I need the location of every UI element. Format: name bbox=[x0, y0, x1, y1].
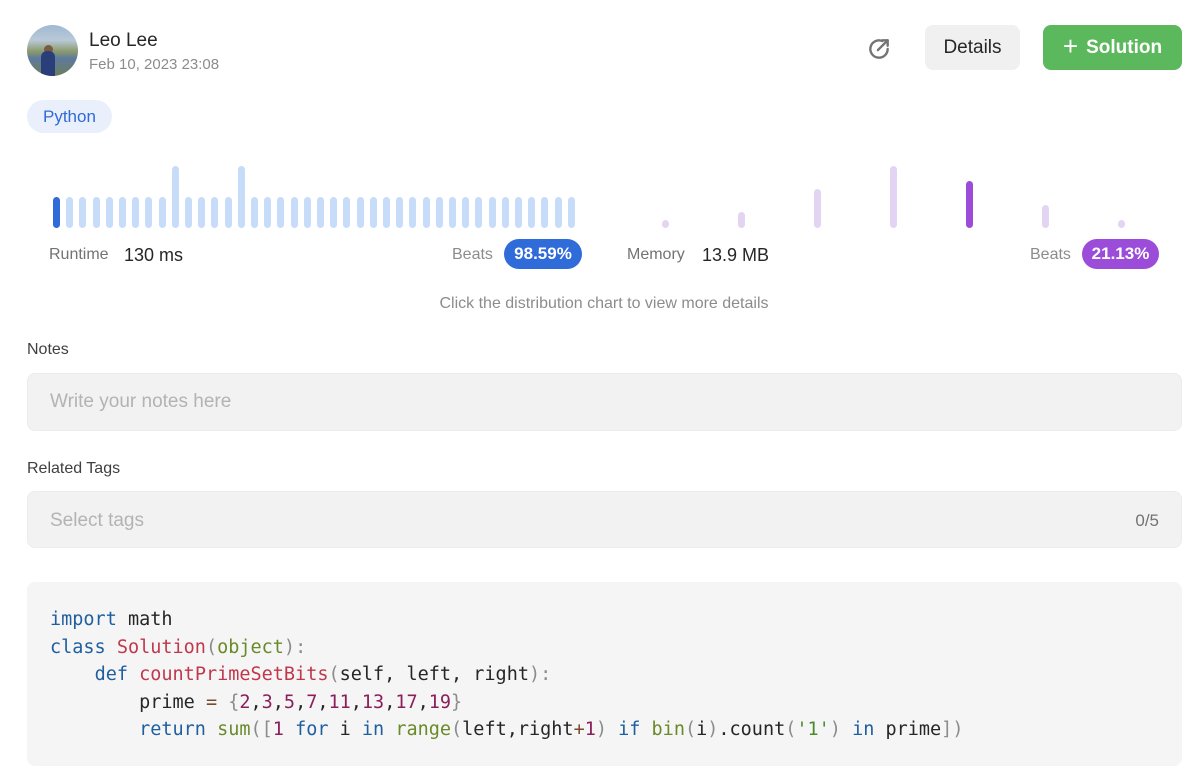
chart-bar[interactable] bbox=[277, 197, 285, 228]
chart-bar[interactable] bbox=[662, 220, 669, 228]
chart-bar[interactable] bbox=[343, 197, 351, 228]
runtime-beats-badge: 98.59% bbox=[504, 239, 582, 269]
chart-bar[interactable] bbox=[814, 189, 821, 228]
chart-bar[interactable] bbox=[66, 197, 74, 228]
avatar[interactable] bbox=[27, 25, 78, 76]
chart-bar[interactable] bbox=[541, 197, 549, 228]
chart-bar[interactable] bbox=[303, 197, 311, 228]
solution-button-label: Solution bbox=[1086, 36, 1163, 58]
chart-bar[interactable] bbox=[185, 197, 192, 228]
chart-bar[interactable] bbox=[488, 197, 496, 228]
chart-bar[interactable] bbox=[224, 197, 232, 228]
chart-bar[interactable] bbox=[369, 197, 377, 228]
details-button[interactable]: Details bbox=[925, 25, 1020, 70]
chart-bar[interactable] bbox=[528, 197, 536, 228]
chart-bar[interactable] bbox=[290, 197, 298, 228]
chart-bar[interactable] bbox=[145, 197, 153, 228]
chart-bar[interactable] bbox=[53, 197, 60, 228]
submission-date: Feb 10, 2023 23:08 bbox=[89, 56, 220, 73]
related-tags-label: Related Tags bbox=[27, 460, 121, 477]
add-solution-button[interactable]: + Solution bbox=[1043, 25, 1182, 70]
notes-input[interactable] bbox=[27, 373, 1182, 431]
chart-bar[interactable] bbox=[330, 197, 338, 228]
chart-bar[interactable] bbox=[462, 197, 470, 228]
chart-bar[interactable] bbox=[198, 197, 206, 228]
code-line: class Solution(object): bbox=[50, 636, 307, 658]
language-tag[interactable]: Python bbox=[27, 100, 112, 133]
code-line: import math bbox=[50, 609, 173, 630]
code-block: import math class Solution(object): def c… bbox=[27, 582, 1182, 766]
chart-bar[interactable] bbox=[356, 197, 364, 228]
chart-bar[interactable] bbox=[501, 197, 509, 228]
chart-bar[interactable] bbox=[251, 197, 258, 228]
chart-bar[interactable] bbox=[211, 197, 219, 228]
memory-label: Memory bbox=[627, 246, 685, 263]
runtime-distribution-chart[interactable] bbox=[48, 160, 584, 230]
chart-bar[interactable] bbox=[515, 197, 522, 228]
chart-bar[interactable] bbox=[396, 197, 404, 228]
chart-bar[interactable] bbox=[264, 197, 272, 228]
chart-bar[interactable] bbox=[409, 197, 417, 228]
chart-bar[interactable] bbox=[554, 197, 562, 228]
chart-bar[interactable] bbox=[1042, 205, 1049, 228]
code-line: prime = {2,3,5,7,11,13,17,19} bbox=[50, 691, 463, 713]
memory-value: 13.9 MB bbox=[702, 245, 770, 265]
notes-label: Notes bbox=[27, 341, 69, 358]
chart-bar[interactable] bbox=[119, 197, 126, 228]
tags-placeholder: Select tags bbox=[50, 510, 144, 531]
chart-bar[interactable] bbox=[966, 181, 973, 228]
code-line: return sum([1 for i in range(left,right+… bbox=[139, 719, 964, 740]
chart-bar[interactable] bbox=[132, 197, 140, 228]
chart-bar[interactable] bbox=[237, 166, 245, 228]
memory-distribution-chart[interactable] bbox=[650, 160, 1140, 230]
chart-bar[interactable] bbox=[171, 166, 179, 228]
chart-bar[interactable] bbox=[105, 197, 113, 228]
user-name[interactable]: Leo Lee bbox=[89, 30, 158, 52]
runtime-beats-label: Beats bbox=[452, 246, 493, 263]
chart-bar[interactable] bbox=[738, 212, 745, 228]
runtime-label: Runtime bbox=[49, 246, 109, 263]
chart-bar[interactable] bbox=[317, 197, 324, 228]
avatar-body bbox=[41, 51, 55, 76]
chart-bar[interactable] bbox=[383, 197, 390, 228]
memory-beats-label: Beats bbox=[1030, 246, 1071, 263]
chart-bar[interactable] bbox=[890, 166, 897, 228]
chart-hint: Click the distribution chart to view mor… bbox=[439, 295, 769, 312]
chart-bar[interactable] bbox=[158, 197, 166, 228]
chart-bar[interactable] bbox=[1118, 220, 1125, 228]
chart-bar[interactable] bbox=[92, 197, 100, 228]
memory-beats-badge: 21.13% bbox=[1082, 239, 1159, 269]
code-line: def countPrimeSetBits(self, left, right)… bbox=[94, 664, 552, 685]
tags-count: 0/5 bbox=[1135, 511, 1159, 530]
share-button[interactable] bbox=[862, 32, 896, 66]
chart-bar[interactable] bbox=[79, 197, 87, 228]
runtime-value: 130 ms bbox=[124, 245, 184, 265]
chart-bar[interactable] bbox=[422, 197, 430, 228]
tags-select[interactable]: Select tags 0/5 bbox=[27, 491, 1182, 548]
chart-bar[interactable] bbox=[475, 197, 483, 228]
chart-bar[interactable] bbox=[435, 197, 443, 228]
chart-bar[interactable] bbox=[449, 197, 456, 228]
chart-bar[interactable] bbox=[567, 197, 575, 228]
plus-icon: + bbox=[1062, 31, 1079, 61]
share-icon bbox=[869, 39, 889, 59]
